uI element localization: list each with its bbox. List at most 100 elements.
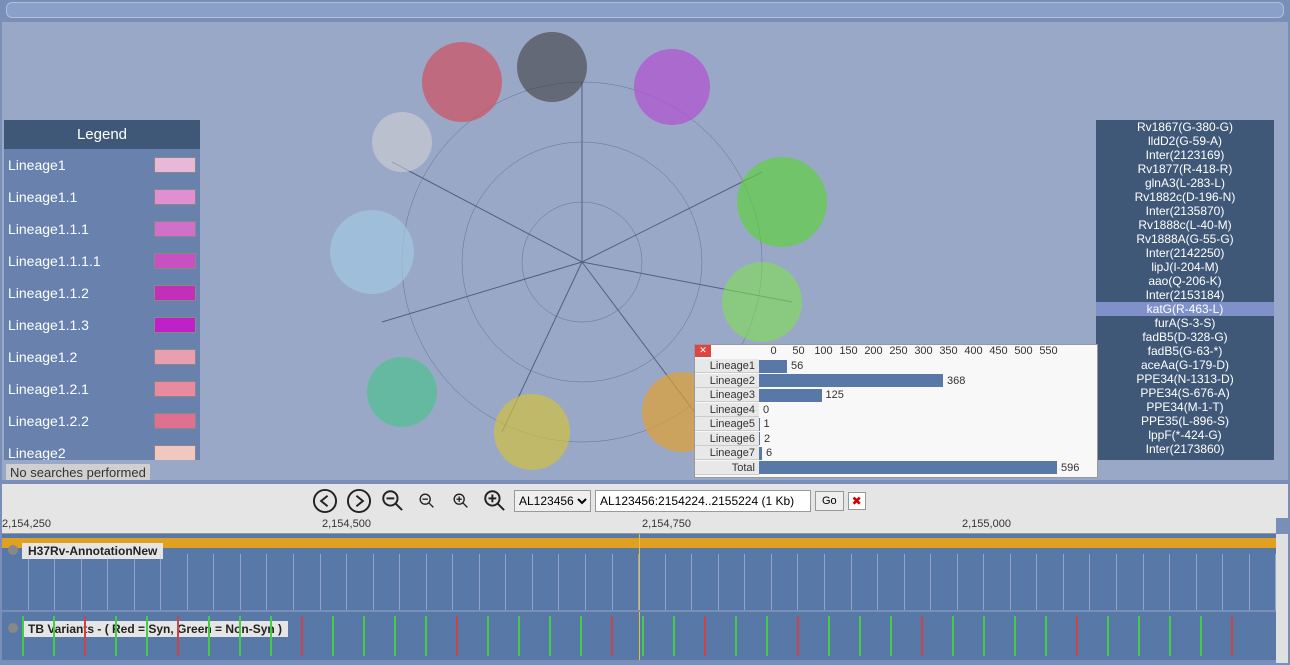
gene-item[interactable]: katG(R-463-L) <box>1096 302 1274 316</box>
chart-value: 2 <box>760 433 770 445</box>
chart-row: Lineage3 125 <box>695 388 1097 402</box>
track-annotation[interactable]: H37Rv-AnnotationNew <box>2 534 1276 610</box>
legend-swatch <box>154 349 196 365</box>
legend-swatch <box>154 413 196 429</box>
legend-label: Lineage1.1.1.1 <box>8 253 154 269</box>
gene-item[interactable]: PPE34(M-1-T) <box>1096 400 1274 414</box>
gene-item[interactable]: PPE34(S-676-A) <box>1096 386 1274 400</box>
chart-bar <box>759 374 943 387</box>
chart-value: 368 <box>943 375 965 387</box>
chart-row-label: Lineage4 <box>695 403 759 417</box>
chart-row-label: Lineage3 <box>695 388 759 402</box>
gene-item[interactable]: aao(Q-206-K) <box>1096 274 1274 288</box>
chart-row: Lineage76 <box>695 446 1097 460</box>
go-button[interactable]: Go <box>815 491 844 511</box>
gene-item[interactable]: Rv1888c(L-40-M) <box>1096 218 1274 232</box>
legend-item[interactable]: Lineage1.1 <box>4 181 200 213</box>
gene-item[interactable]: aceAa(G-179-D) <box>1096 358 1274 372</box>
chromosome-select[interactable]: AL123456 <box>514 490 591 512</box>
genome-ruler: 2,154,2502,154,5002,154,7502,155,000 <box>2 518 1276 534</box>
legend-item[interactable]: Lineage1.1.1.1 <box>4 245 200 277</box>
legend-item[interactable]: Lineage1.1.2 <box>4 277 200 309</box>
gene-item[interactable]: Inter(2135870) <box>1096 204 1274 218</box>
track-scrollbar[interactable] <box>1276 534 1288 663</box>
gene-item[interactable]: Inter(2173860) <box>1096 442 1274 456</box>
gene-item[interactable]: Inter(2153184) <box>1096 288 1274 302</box>
chart-value: 596 <box>1057 462 1079 474</box>
nav-left-button[interactable] <box>310 486 340 516</box>
main-view: Legend Lineage1Lineage1.1Lineage1.1.1Lin… <box>2 22 1288 480</box>
genome-toolbar: AL123456 Go ✖ <box>2 484 1288 518</box>
gene-item[interactable]: Rv1882c(D-196-N) <box>1096 190 1274 204</box>
chart-row: Lineage2368 <box>695 374 1097 388</box>
chart-value: 1 <box>760 418 770 430</box>
legend-label: Lineage1.2 <box>8 349 154 365</box>
top-panel-header <box>6 2 1284 18</box>
legend-swatch <box>154 253 196 269</box>
gene-item[interactable]: fadB5(D-328-G) <box>1096 330 1274 344</box>
legend-label: Lineage1.2.1 <box>8 381 154 397</box>
legend-swatch <box>154 157 196 173</box>
legend-item[interactable]: Lineage2 <box>4 437 200 460</box>
chart-bar <box>759 389 822 402</box>
gene-item[interactable]: fadB5(G-63-*) <box>1096 344 1274 358</box>
legend-label: Lineage1.2.2 <box>8 413 154 429</box>
zoom-in-large-button[interactable] <box>480 486 510 516</box>
legend-swatch <box>154 381 196 397</box>
chart-bar <box>759 360 787 373</box>
location-input[interactable] <box>595 490 811 512</box>
status-bar: No searches performed <box>6 464 150 480</box>
legend-panel[interactable]: Legend Lineage1Lineage1.1Lineage1.1.1Lin… <box>4 120 200 460</box>
track-variants[interactable]: TB Variants - ( Red = Syn, Green = Non-S… <box>2 612 1276 660</box>
legend-item[interactable]: Lineage1.1.3 <box>4 309 200 341</box>
chart-axis: 050100150200250300350400450500550 <box>761 345 1097 358</box>
legend-label: Lineage2 <box>8 445 154 460</box>
legend-item[interactable]: Lineage1.2 <box>4 341 200 373</box>
chart-row-label: Lineage7 <box>695 446 759 460</box>
clear-button[interactable]: ✖ <box>848 492 866 510</box>
ruler-tick: 2,154,750 <box>642 518 691 530</box>
gene-item[interactable]: Rv1867(G-380-G) <box>1096 120 1274 134</box>
gene-list-panel[interactable]: Rv1867(G-380-G)lldD2(G-59-A)Inter(212316… <box>1096 120 1274 460</box>
chart-row-label: Lineage6 <box>695 432 759 446</box>
gene-item[interactable]: glnA3(L-283-L) <box>1096 176 1274 190</box>
gene-item[interactable]: PPE35(L-896-S) <box>1096 414 1274 428</box>
nav-right-button[interactable] <box>344 486 374 516</box>
legend-label: Lineage1.1 <box>8 189 154 205</box>
chart-row-label: Lineage1 <box>695 359 759 373</box>
track-close-icon[interactable] <box>8 623 18 633</box>
chart-value: 6 <box>762 447 772 459</box>
zoom-in-small-button[interactable] <box>451 491 472 512</box>
gene-item[interactable]: furA(S-3-S) <box>1096 316 1274 330</box>
gene-item[interactable]: lipJ(I-204-M) <box>1096 260 1274 274</box>
legend-label: Lineage1.1.2 <box>8 285 154 301</box>
gene-item[interactable]: lppF(*-424-G) <box>1096 428 1274 442</box>
legend-swatch <box>154 285 196 301</box>
legend-item[interactable]: Lineage1.2.1 <box>4 373 200 405</box>
chart-row-label: Lineage5 <box>695 417 759 431</box>
chart-value: 56 <box>787 360 803 372</box>
zoom-out-large-button[interactable] <box>378 486 408 516</box>
chart-value: 125 <box>822 389 844 401</box>
ruler-tick: 2,155,000 <box>962 518 1011 530</box>
chart-row: Lineage51 <box>695 417 1097 431</box>
legend-label: Lineage1.1.1 <box>8 221 154 237</box>
gene-item[interactable]: lldD2(G-59-A) <box>1096 134 1274 148</box>
chart-value: 0 <box>759 404 769 416</box>
gene-item[interactable]: PPE34(N-1313-D) <box>1096 372 1274 386</box>
legend-label: Lineage1 <box>8 157 154 173</box>
gene-item[interactable]: Rv1888A(G-55-G) <box>1096 232 1274 246</box>
legend-item[interactable]: Lineage1 <box>4 149 200 181</box>
gene-item[interactable]: Rv1877(R-418-R) <box>1096 162 1274 176</box>
gene-item[interactable]: Inter(2123169) <box>1096 148 1274 162</box>
chart-bar <box>759 461 1057 474</box>
ruler-tick: 2,154,500 <box>322 518 371 530</box>
close-icon[interactable]: ✕ <box>695 345 711 357</box>
legend-item[interactable]: Lineage1.1.1 <box>4 213 200 245</box>
chart-row: Lineage62 <box>695 432 1097 446</box>
track-label: TB Variants - ( Red = Syn, Green = Non-S… <box>22 621 288 637</box>
zoom-out-small-button[interactable] <box>417 491 438 512</box>
legend-item[interactable]: Lineage1.2.2 <box>4 405 200 437</box>
chart-row-label: Total <box>695 461 759 475</box>
gene-item[interactable]: Inter(2142250) <box>1096 246 1274 260</box>
